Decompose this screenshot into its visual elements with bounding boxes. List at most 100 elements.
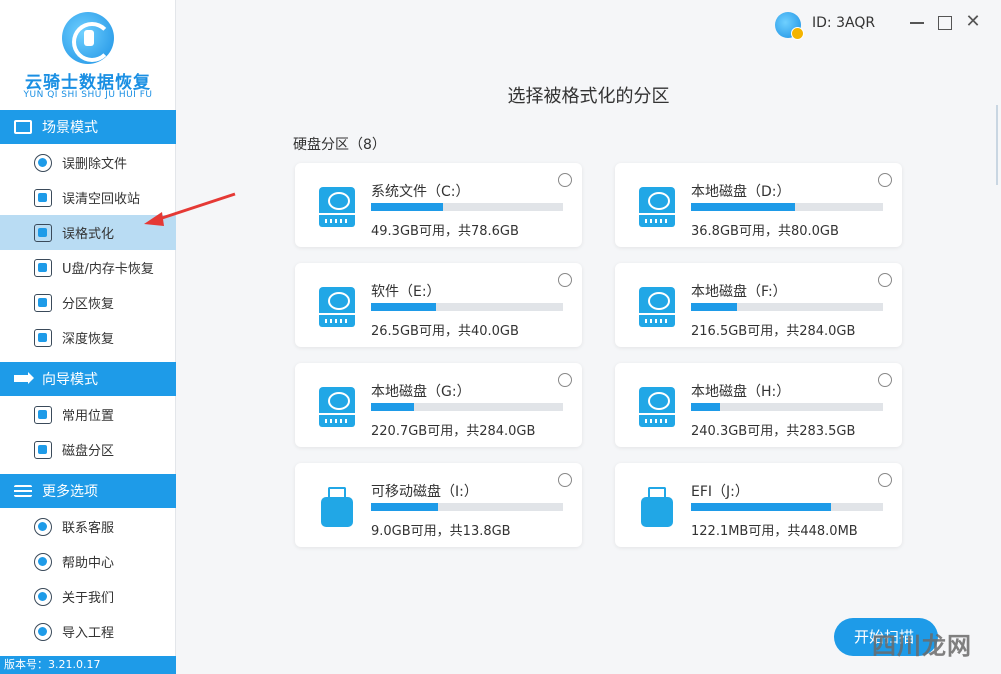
hard-drive-icon: [319, 287, 355, 327]
partition-name: 可移动磁盘（I:）: [371, 484, 478, 500]
guide-arrow-icon: [14, 372, 34, 386]
usage-bar: [371, 203, 563, 211]
hard-drive-icon: [319, 387, 355, 427]
sidebar: 云骑士数据恢复 YUN QI SHI SHU JU HUI FU 场景模式 误删…: [0, 0, 176, 674]
watermark-text: 四川龙网: [872, 632, 972, 660]
sidebar-item-help-center[interactable]: 帮助中心: [0, 544, 176, 579]
sidebar-item-import-project[interactable]: 导入工程: [0, 614, 176, 649]
sidebar-item-label: 误格式化: [62, 227, 115, 242]
usage-bar-fill: [371, 303, 436, 311]
maximize-icon[interactable]: [938, 16, 952, 30]
partition-card[interactable]: 可移动磁盘（I:） 9.0GB可用，共13.8GB: [295, 463, 582, 547]
partition-radio[interactable]: [878, 173, 892, 187]
usage-bar-fill: [691, 303, 737, 311]
section-title: 场景模式: [42, 120, 98, 136]
partition-radio[interactable]: [878, 473, 892, 487]
partition-radio[interactable]: [878, 373, 892, 387]
partition-capacity: 36.8GB可用，共80.0GB: [691, 224, 839, 239]
scene-icon: [14, 120, 32, 134]
sidebar-item-label: 联系客服: [62, 521, 115, 536]
hard-drive-icon: [639, 287, 675, 327]
partition-card[interactable]: 本地磁盘（G:） 220.7GB可用，共284.0GB: [295, 363, 582, 447]
sidebar-item-sd-card[interactable]: U盘/内存卡恢复: [0, 250, 176, 285]
partition-card[interactable]: 本地磁盘（D:） 36.8GB可用，共80.0GB: [615, 163, 902, 247]
hard-drive-icon: [319, 187, 355, 227]
partition-capacity: 26.5GB可用，共40.0GB: [371, 324, 519, 339]
partition-name: 本地磁盘（F:）: [691, 284, 787, 300]
usage-bar-fill: [371, 403, 414, 411]
windows-icon: [34, 405, 52, 424]
usage-bar: [691, 403, 883, 411]
knight-logo-icon: [62, 12, 114, 64]
section-scene-mode: 场景模式: [0, 110, 176, 144]
sidebar-item-deleted-files[interactable]: 误删除文件: [0, 145, 176, 180]
partition-capacity: 122.1MB可用，共448.0MB: [691, 524, 858, 539]
sidebar-item-label: 常用位置: [62, 409, 115, 424]
usage-bar: [371, 303, 563, 311]
sidebar-item-label: 帮助中心: [62, 556, 115, 571]
sidebar-item-about-us[interactable]: 关于我们: [0, 579, 176, 614]
partition-card[interactable]: 本地磁盘（H:） 240.3GB可用，共283.5GB: [615, 363, 902, 447]
partition-name: 软件（E:）: [371, 284, 441, 300]
sidebar-item-label: 磁盘分区: [62, 444, 115, 459]
usage-bar-fill: [691, 403, 721, 411]
usage-bar: [691, 303, 883, 311]
sidebar-item-label: U盘/内存卡恢复: [62, 262, 154, 277]
usage-bar: [371, 403, 563, 411]
partition-radio[interactable]: [878, 273, 892, 287]
partition-name: 系统文件（C:）: [371, 184, 470, 200]
partition-card[interactable]: EFI（J:） 122.1MB可用，共448.0MB: [615, 463, 902, 547]
sidebar-item-label: 深度恢复: [62, 332, 115, 347]
section-title: 更多选项: [42, 484, 98, 500]
sd-card-icon: [34, 258, 52, 277]
sidebar-item-label: 误删除文件: [62, 157, 128, 172]
scrollbar[interactable]: [996, 105, 998, 185]
partition-capacity: 240.3GB可用，共283.5GB: [691, 424, 856, 439]
recycle-bin-icon: [34, 188, 52, 207]
partition-radio[interactable]: [558, 373, 572, 387]
sidebar-item-disk-partition[interactable]: 磁盘分区: [0, 432, 176, 467]
sidebar-item-contact-support[interactable]: 联系客服: [0, 509, 176, 544]
sidebar-item-label: 分区恢复: [62, 297, 115, 312]
partition-card[interactable]: 软件（E:） 26.5GB可用，共40.0GB: [295, 263, 582, 347]
sidebar-item-common-locations[interactable]: 常用位置: [0, 397, 176, 432]
import-icon: [34, 622, 52, 641]
usage-bar-fill: [691, 203, 795, 211]
partition-capacity: 49.3GB可用，共78.6GB: [371, 224, 519, 239]
usage-bar-fill: [371, 203, 443, 211]
usage-bar: [691, 503, 883, 511]
partition-capacity: 216.5GB可用，共284.0GB: [691, 324, 856, 339]
disk-partition-icon: [34, 440, 52, 459]
page-title: 选择被格式化的分区: [507, 86, 670, 107]
partition-radio[interactable]: [558, 473, 572, 487]
info-icon: [34, 587, 52, 606]
sidebar-item-partition-recovery[interactable]: 分区恢复: [0, 285, 176, 320]
partition-capacity: 220.7GB可用，共284.0GB: [371, 424, 536, 439]
partition-card[interactable]: 系统文件（C:） 49.3GB可用，共78.6GB: [295, 163, 582, 247]
help-icon: [34, 552, 52, 571]
partition-name: 本地磁盘（G:）: [371, 384, 471, 400]
deep-recovery-icon: [34, 328, 52, 347]
sidebar-item-deep-recovery[interactable]: 深度恢复: [0, 320, 176, 355]
usb-drive-icon: [319, 487, 355, 527]
annotation-arrow-icon: [144, 192, 236, 226]
format-disk-icon: [34, 223, 52, 242]
usage-bar-fill: [371, 503, 438, 511]
phone-icon: [34, 517, 52, 536]
partition-name: 本地磁盘（H:）: [691, 384, 791, 400]
sidebar-item-label: 导入工程: [62, 626, 115, 641]
partition-radio[interactable]: [558, 173, 572, 187]
section-guide-mode: 向导模式: [0, 362, 176, 396]
partition-name: 本地磁盘（D:）: [691, 184, 791, 200]
partition-capacity: 9.0GB可用，共13.8GB: [371, 524, 511, 539]
minimize-icon[interactable]: [910, 22, 924, 24]
partition-card[interactable]: 本地磁盘（F:） 216.5GB可用，共284.0GB: [615, 263, 902, 347]
user-avatar[interactable]: [775, 12, 804, 40]
sidebar-item-label: 关于我们: [62, 591, 115, 606]
section-more-options: 更多选项: [0, 474, 176, 508]
version-label: 版本号：3.21.0.17: [0, 656, 176, 674]
partition-radio[interactable]: [558, 273, 572, 287]
hard-drive-icon: [639, 387, 675, 427]
close-icon[interactable]: ✕: [965, 13, 981, 31]
menu-icon: [14, 485, 32, 497]
